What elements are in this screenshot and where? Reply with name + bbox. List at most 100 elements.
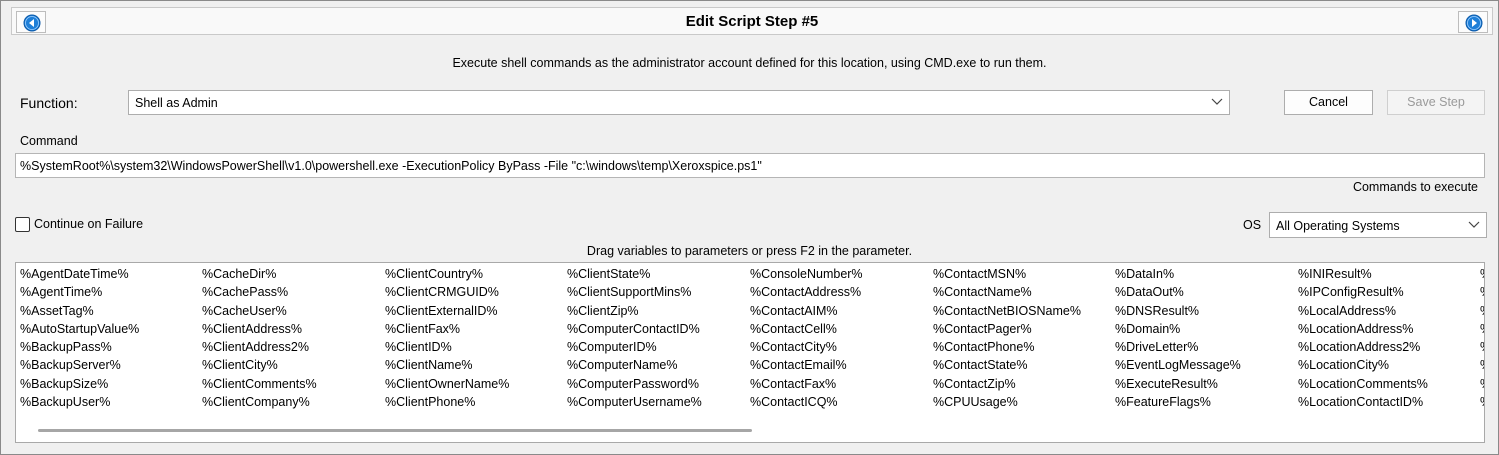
variable-item[interactable]: %INIResult%: [1298, 267, 1428, 285]
variable-item[interactable]: %LocationCity%: [1298, 358, 1428, 376]
dialog-title: Edit Script Step #5: [685, 13, 819, 30]
variable-item[interactable]: %ContactFax%: [750, 377, 863, 395]
variable-item[interactable]: %CPUUsage%: [933, 395, 1081, 413]
variable-item[interactable]: %ClientAddress%: [202, 322, 317, 340]
variable-item[interactable]: %ClientFax%: [385, 322, 509, 340]
variable-item[interactable]: %IPConfigResult%: [1298, 285, 1428, 303]
variable-item[interactable]: %: [1480, 285, 1484, 303]
variable-item[interactable]: %FeatureFlags%: [1115, 395, 1241, 413]
variable-item[interactable]: %AutoStartupValue%: [20, 322, 139, 340]
variable-item[interactable]: %: [1480, 304, 1484, 322]
drag-variables-hint: Drag variables to parameters or press F2…: [586, 244, 913, 258]
function-description: Execute shell commands as the administra…: [452, 56, 1047, 70]
continue-on-failure-checkbox[interactable]: [15, 217, 30, 232]
variable-item[interactable]: %AgentTime%: [20, 285, 139, 303]
variable-column: %%%%%%%%: [1480, 267, 1484, 413]
variable-item[interactable]: %LocationAddress2%: [1298, 340, 1428, 358]
variable-item[interactable]: %ContactCity%: [750, 340, 863, 358]
variable-item[interactable]: %ComputerID%: [567, 340, 702, 358]
variable-item[interactable]: %LocationAddress%: [1298, 322, 1428, 340]
variable-item[interactable]: %BackupSize%: [20, 377, 139, 395]
variable-column: %ClientCountry% %ClientCRMGUID% %ClientExt…: [385, 267, 509, 413]
variable-item[interactable]: %ClientExternalID%: [385, 304, 509, 322]
variable-item[interactable]: %ContactAIM%: [750, 304, 863, 322]
variable-column: %ConsoleNumber% %ContactAddress% %ContactA…: [750, 267, 863, 413]
variable-item[interactable]: %DNSResult%: [1115, 304, 1241, 322]
variable-item[interactable]: %ConsoleNumber%: [750, 267, 863, 285]
variable-item[interactable]: %: [1480, 377, 1484, 395]
variable-item[interactable]: %ClientCRMGUID%: [385, 285, 509, 303]
os-select-value: All Operating Systems: [1276, 219, 1400, 233]
variable-item[interactable]: %ComputerPassword%: [567, 377, 702, 395]
variable-item[interactable]: %ContactPager%: [933, 322, 1081, 340]
chevron-down-icon: [1211, 98, 1223, 105]
variable-column: %DataIn% %DataOut% %DNSResult% %Domain% %Dri…: [1115, 267, 1241, 413]
variable-item[interactable]: %ClientZip%: [567, 304, 702, 322]
variable-item[interactable]: %ClientCountry%: [385, 267, 509, 285]
variable-item[interactable]: %ClientSupportMins%: [567, 285, 702, 303]
variable-item[interactable]: %BackupPass%: [20, 340, 139, 358]
continue-on-failure-label[interactable]: Continue on Failure: [34, 217, 143, 231]
variable-item[interactable]: %EventLogMessage%: [1115, 358, 1241, 376]
variable-item[interactable]: %CachePass%: [202, 285, 317, 303]
variable-item[interactable]: %DataIn%: [1115, 267, 1241, 285]
variable-item[interactable]: %ClientName%: [385, 358, 509, 376]
variable-item[interactable]: %CacheDir%: [202, 267, 317, 285]
function-select[interactable]: Shell as Admin: [128, 90, 1230, 115]
horizontal-scrollbar-thumb[interactable]: [38, 429, 752, 432]
variable-item[interactable]: %: [1480, 322, 1484, 340]
chevron-down-icon: [1468, 221, 1480, 228]
variable-item[interactable]: %ContactCell%: [750, 322, 863, 340]
variable-item[interactable]: %LocationContactID%: [1298, 395, 1428, 413]
variable-item[interactable]: %BackupUser%: [20, 395, 139, 413]
variable-item[interactable]: %LocalAddress%: [1298, 304, 1428, 322]
variable-item[interactable]: %: [1480, 340, 1484, 358]
variable-item[interactable]: %ContactZip%: [933, 377, 1081, 395]
variable-item[interactable]: %ComputerName%: [567, 358, 702, 376]
variable-item[interactable]: %DataOut%: [1115, 285, 1241, 303]
variable-item[interactable]: %ClientPhone%: [385, 395, 509, 413]
variable-column: %ContactMSN% %ContactName% %ContactNetBIOS…: [933, 267, 1081, 413]
variable-item[interactable]: %CacheUser%: [202, 304, 317, 322]
variable-column: %CacheDir% %CachePass% %CacheUser% %ClientA…: [202, 267, 317, 413]
variable-item[interactable]: %ContactEmail%: [750, 358, 863, 376]
variable-item[interactable]: %ClientID%: [385, 340, 509, 358]
variable-item[interactable]: %ContactNetBIOSName%: [933, 304, 1081, 322]
variable-item[interactable]: %ContactState%: [933, 358, 1081, 376]
variable-item[interactable]: %ContactICQ%: [750, 395, 863, 413]
variable-item[interactable]: %BackupServer%: [20, 358, 139, 376]
os-label: OS: [1243, 218, 1262, 232]
variables-list[interactable]: %AgentDateTime% %AgentTime% %AssetTag% %Aut…: [15, 262, 1485, 443]
variable-item[interactable]: %ClientCompany%: [202, 395, 317, 413]
variable-item[interactable]: %ContactPhone%: [933, 340, 1081, 358]
variable-item[interactable]: %ContactAddress%: [750, 285, 863, 303]
variable-item[interactable]: %ExecuteResult%: [1115, 377, 1241, 395]
variable-column: %ClientState% %ClientSupportMins% %ClientZ…: [567, 267, 702, 413]
command-input[interactable]: %SystemRoot%\system32\WindowsPowerShell\…: [15, 153, 1485, 178]
variable-item[interactable]: %LocationComments%: [1298, 377, 1428, 395]
save-step-button[interactable]: Save Step: [1387, 90, 1485, 115]
cancel-button[interactable]: Cancel: [1284, 90, 1373, 115]
os-select[interactable]: All Operating Systems: [1269, 212, 1487, 238]
variable-item[interactable]: %Domain%: [1115, 322, 1241, 340]
variable-item[interactable]: %ContactName%: [933, 285, 1081, 303]
next-step-button[interactable]: [1458, 11, 1488, 33]
variable-column: %INIResult% %IPConfigResult% %LocalAddress…: [1298, 267, 1428, 413]
variable-item[interactable]: %ClientCity%: [202, 358, 317, 376]
title-bar: Edit Script Step #5: [11, 7, 1493, 35]
command-label: Command: [20, 134, 78, 148]
variable-item[interactable]: %ClientState%: [567, 267, 702, 285]
variable-item[interactable]: %ClientOwnerName%: [385, 377, 509, 395]
variable-item[interactable]: %AgentDateTime%: [20, 267, 139, 285]
variable-item[interactable]: %AssetTag%: [20, 304, 139, 322]
variable-item[interactable]: %ComputerContactID%: [567, 322, 702, 340]
variable-item[interactable]: %ClientComments%: [202, 377, 317, 395]
command-hint: Commands to execute: [1352, 180, 1478, 194]
variable-item[interactable]: %ClientAddress2%: [202, 340, 317, 358]
variable-item[interactable]: %: [1480, 395, 1484, 413]
variable-item[interactable]: %ComputerUsername%: [567, 395, 702, 413]
variable-item[interactable]: %ContactMSN%: [933, 267, 1081, 285]
variable-item[interactable]: %: [1480, 267, 1484, 285]
variable-item[interactable]: %DriveLetter%: [1115, 340, 1241, 358]
variable-item[interactable]: %: [1480, 358, 1484, 376]
